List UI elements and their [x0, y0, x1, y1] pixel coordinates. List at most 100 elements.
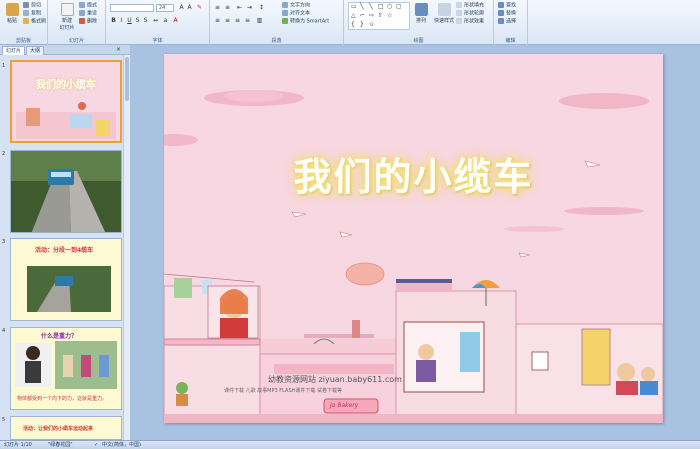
star-shape-icon[interactable]: ✩ — [369, 21, 374, 28]
layout-button[interactable]: 版式 — [79, 2, 97, 9]
shapes-gallery[interactable]: ▭ ╲ ╲ □ ○ ▢ △ ⌐ ⇨ ⇧ ☆ { } ✩ — [348, 2, 410, 30]
slide-counter: 幻灯片 1/10 — [4, 442, 32, 448]
line-shape-icon[interactable]: ╲ — [360, 3, 364, 10]
editing-label: 编辑 — [505, 38, 516, 44]
text-direction-button[interactable]: 文字方向 — [282, 2, 310, 9]
replace-icon — [498, 10, 504, 16]
shadow-icon[interactable]: S — [142, 17, 149, 24]
font-name-combo[interactable] — [110, 4, 154, 12]
slide-thumbnail-3[interactable]: 活动：分段一到4缆车 — [10, 238, 122, 321]
kids-photo — [15, 341, 117, 389]
delete-slide-button[interactable]: 删除 — [79, 18, 97, 25]
rounded-rect-icon[interactable]: ▢ — [396, 3, 402, 10]
numbering-icon[interactable]: ≡ — [224, 4, 231, 11]
ribbon: 粘贴 剪切 复制 格式刷 剪贴板 新建 幻灯片 版式 重设 删除 幻灯片 24 … — [0, 0, 700, 45]
effects-icon — [456, 18, 462, 24]
scrollbar-thumb[interactable] — [125, 57, 129, 101]
editing-group: 查找 替换 选择 编辑 — [494, 0, 528, 45]
rect-shape-icon[interactable]: □ — [378, 3, 384, 10]
shape-effects-button[interactable]: 形状效果 — [456, 18, 484, 25]
shrink-font-icon[interactable]: A — [186, 4, 193, 11]
current-slide[interactable]: 我们的小缆车 幼教资源网站 ziyuan.baby611.com 课件下载 儿歌… — [164, 54, 663, 423]
select-button[interactable]: 选择 — [498, 18, 516, 25]
justify-icon[interactable]: ≡ — [244, 17, 251, 24]
paragraph-label: 段落 — [271, 38, 282, 44]
theme-name: "绿春花园" — [48, 442, 73, 448]
clipboard-label: 剪贴板 — [15, 38, 31, 44]
align-center-icon[interactable]: ≡ — [224, 17, 231, 24]
find-button[interactable]: 查找 — [498, 2, 516, 9]
font-size-combo[interactable]: 24 — [156, 4, 174, 12]
strikethrough-icon[interactable]: S — [134, 17, 141, 24]
smartart-button[interactable]: 转换为 SmartArt — [282, 18, 329, 25]
quick-styles-button[interactable]: 快速样式 — [432, 3, 456, 24]
paste-button[interactable]: 粘贴 — [3, 3, 21, 24]
slide-thumbnail-4[interactable]: 什么是重力？ 物体都受到一个向下的力，这就是重力。 — [10, 327, 122, 410]
bracket-shape-icon[interactable]: } — [360, 21, 364, 28]
align-left-icon[interactable]: ≡ — [214, 17, 221, 24]
slides-pane: 幻灯片 大纲 × 1 我们的小缆车 2 3 活动：分段一到4缆车 4 什么是重力… — [0, 45, 130, 440]
close-icon[interactable]: × — [116, 46, 121, 53]
quick-styles-icon — [437, 3, 451, 16]
line-shape-icon[interactable]: ⌐ — [360, 12, 365, 19]
change-case-icon[interactable]: a — [162, 17, 169, 24]
watermark-line2: 课件下载 儿歌 故事MP3 FLASH课件下载 试卷下载等 — [224, 388, 343, 394]
line-shape-icon[interactable]: ╲ — [369, 3, 373, 10]
reset-button[interactable]: 重设 — [79, 10, 97, 17]
format-painter-button[interactable]: 格式刷 — [23, 18, 46, 25]
triangle-shape-icon[interactable]: △ — [351, 12, 356, 19]
font-color-icon[interactable]: A — [172, 17, 179, 24]
tab-outline[interactable]: 大纲 — [26, 46, 45, 55]
bold-icon[interactable]: B — [110, 17, 117, 24]
italic-icon[interactable]: I — [118, 17, 125, 24]
status-bar: 幻灯片 1/10 "绿春花园" ✓ 中文(简体，中国) — [0, 440, 700, 449]
thumbnail-caption: 物体都受到一个向下的力，这就是重力。 — [17, 396, 108, 402]
arrow-shape-icon[interactable]: ⇧ — [378, 12, 383, 19]
cursor-icon — [498, 18, 504, 24]
shape-outline-button[interactable]: 形状轮廓 — [456, 10, 484, 17]
shape-fill-button[interactable]: 形状填充 — [456, 2, 484, 9]
grow-font-icon[interactable]: A — [178, 4, 185, 11]
funicular-photo — [27, 266, 111, 312]
arrange-button[interactable]: 排列 — [412, 3, 430, 24]
clear-format-icon[interactable]: ✎ — [196, 4, 203, 11]
line-spacing-icon[interactable]: ↕ — [258, 4, 265, 11]
decrease-indent-icon[interactable]: ⇤ — [236, 4, 243, 11]
new-slide-icon — [60, 3, 74, 16]
slide-thumbnail-1[interactable]: 我们的小缆车 — [10, 60, 122, 143]
shop-sign: Jo Bakery — [330, 402, 359, 409]
fill-icon — [456, 2, 462, 8]
delete-icon — [79, 18, 85, 24]
align-right-icon[interactable]: ≡ — [234, 17, 241, 24]
font-group: 24 A A ✎ B I U S S ↔ a A 字体 — [106, 0, 210, 45]
font-label: 字体 — [152, 38, 163, 44]
language-indicator[interactable]: 中文(简体，中国) — [102, 441, 141, 449]
increase-indent-icon[interactable]: ⇥ — [246, 4, 253, 11]
bracket-shape-icon[interactable]: { — [351, 21, 355, 28]
thumbnail-number: 4 — [2, 328, 6, 334]
bullets-icon[interactable]: ≡ — [214, 4, 221, 11]
char-spacing-icon[interactable]: ↔ — [152, 17, 159, 24]
thumbnail-illustration — [16, 102, 116, 139]
slide-title: 我们的小缆车 — [293, 155, 534, 199]
align-text-icon — [282, 10, 288, 16]
pane-scrollbar[interactable] — [123, 55, 130, 440]
underline-icon[interactable]: U — [126, 17, 133, 24]
copy-button[interactable]: 复制 — [23, 10, 41, 17]
funicular-photo — [11, 151, 121, 232]
replace-button[interactable]: 替换 — [498, 10, 516, 17]
slides-group: 新建 幻灯片 版式 重设 删除 幻灯片 — [48, 0, 106, 45]
star-shape-icon[interactable]: ☆ — [387, 12, 392, 19]
arrow-shape-icon[interactable]: ⇨ — [369, 12, 374, 19]
columns-icon[interactable]: ▥ — [256, 17, 263, 24]
arrange-icon — [414, 3, 428, 16]
slide-thumbnail-5[interactable]: 活动：让我们的小缆车运动起来 — [10, 416, 122, 440]
align-text-button[interactable]: 对齐文本 — [282, 10, 310, 17]
spell-check-icon[interactable]: ✓ — [94, 441, 98, 449]
cut-button[interactable]: 剪切 — [23, 2, 41, 9]
new-slide-button[interactable]: 新建 幻灯片 — [56, 3, 78, 31]
tab-slides[interactable]: 幻灯片 — [2, 46, 26, 55]
oval-shape-icon[interactable]: ○ — [387, 3, 392, 10]
slide-thumbnail-2[interactable] — [10, 150, 122, 233]
rectangle-shape-icon[interactable]: ▭ — [351, 3, 357, 10]
